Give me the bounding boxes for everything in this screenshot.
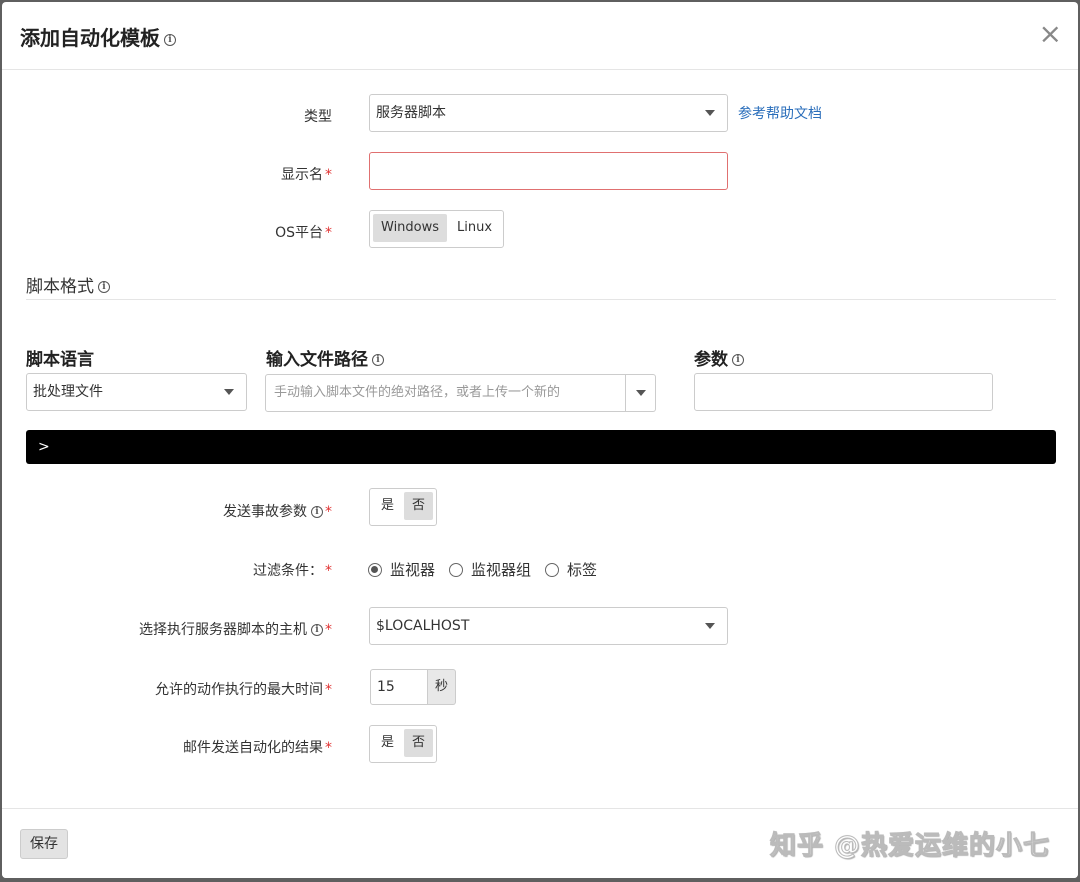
email-result-label-text: 邮件发送自动化的结果 bbox=[183, 740, 323, 756]
info-icon[interactable]: i bbox=[311, 624, 323, 636]
info-icon[interactable]: i bbox=[164, 33, 176, 46]
chevron-down-icon bbox=[705, 623, 715, 629]
script-format-title-text: 脚本格式 bbox=[26, 277, 94, 297]
host-label: 选择执行服务器脚本的主机 i * bbox=[2, 619, 332, 639]
script-language-select[interactable]: 批处理文件 bbox=[26, 373, 247, 411]
radio-checked-icon bbox=[368, 562, 382, 577]
os-platform-label-text: OS平台 bbox=[275, 225, 323, 241]
required-mark: * bbox=[325, 682, 332, 698]
os-option-linux[interactable]: Linux bbox=[449, 214, 500, 242]
radio-icon bbox=[449, 562, 464, 577]
send-incident-label-text: 发送事故参数 bbox=[223, 504, 307, 520]
save-button[interactable]: 保存 bbox=[20, 829, 68, 859]
display-name-label: 显示名 * bbox=[2, 164, 332, 184]
required-mark: * bbox=[325, 504, 332, 520]
dialog-footer: 保存 知乎 @热爱运维的小七 bbox=[2, 808, 1078, 878]
os-option-windows[interactable]: Windows bbox=[373, 214, 448, 242]
filter-option-monitor[interactable]: 监视器 bbox=[368, 559, 435, 580]
dialog-title: 添加自动化模板 i bbox=[20, 22, 176, 51]
chevron-down-icon bbox=[705, 110, 715, 116]
dialog-title-text: 添加自动化模板 bbox=[20, 26, 160, 50]
host-select[interactable]: $LOCALHOST bbox=[369, 607, 728, 645]
params-header: 参数 i bbox=[694, 345, 744, 370]
file-path-dropdown-button[interactable] bbox=[626, 374, 656, 412]
required-mark: * bbox=[325, 740, 332, 756]
required-mark: * bbox=[325, 622, 332, 638]
chevron-down-icon bbox=[636, 390, 646, 396]
max-time-unit: 秒 bbox=[428, 669, 456, 705]
required-mark: * bbox=[325, 167, 332, 183]
filter-label-text: 过滤条件： bbox=[253, 563, 323, 579]
file-path-header-text: 输入文件路径 bbox=[266, 350, 368, 370]
max-time-group: 15 秒 bbox=[370, 669, 456, 705]
filter-option-label: 标签 bbox=[567, 561, 598, 579]
type-label: 类型 bbox=[2, 106, 332, 126]
info-icon[interactable]: i bbox=[98, 281, 110, 293]
close-icon[interactable]: × bbox=[1039, 20, 1062, 48]
send-incident-yes[interactable]: 是 bbox=[373, 492, 402, 520]
filter-option-monitor-group[interactable]: 监视器组 bbox=[449, 559, 531, 580]
params-input[interactable] bbox=[694, 373, 993, 411]
radio-icon bbox=[545, 562, 560, 577]
script-console[interactable]: > bbox=[26, 430, 1056, 464]
host-select-value: $LOCALHOST bbox=[376, 618, 470, 634]
info-icon[interactable]: i bbox=[372, 354, 384, 366]
chevron-down-icon bbox=[224, 389, 234, 395]
os-platform-label: OS平台 * bbox=[2, 222, 332, 242]
send-incident-no[interactable]: 否 bbox=[404, 492, 434, 520]
filter-radio-group: 监视器 监视器组 标签 bbox=[368, 559, 611, 580]
info-icon[interactable]: i bbox=[311, 506, 323, 518]
display-name-input[interactable] bbox=[369, 152, 728, 190]
dialog-header: 添加自动化模板 i × bbox=[2, 2, 1078, 70]
filter-option-tag[interactable]: 标签 bbox=[545, 559, 597, 580]
filter-label: 过滤条件： * bbox=[2, 560, 332, 580]
console-prompt: > bbox=[38, 439, 50, 455]
file-path-header: 输入文件路径 i bbox=[266, 345, 384, 370]
watermark: 知乎 @热爱运维的小七 bbox=[769, 831, 1050, 862]
params-header-text: 参数 bbox=[694, 350, 728, 370]
email-result-no[interactable]: 否 bbox=[404, 729, 434, 757]
type-select-value: 服务器脚本 bbox=[376, 105, 446, 121]
max-time-label: 允许的动作执行的最大时间 * bbox=[2, 679, 332, 699]
section-divider bbox=[26, 299, 1056, 300]
max-time-label-text: 允许的动作执行的最大时间 bbox=[155, 682, 323, 698]
file-path-input[interactable]: 手动输入脚本文件的绝对路径，或者上传一个新的 bbox=[265, 374, 626, 412]
info-icon[interactable]: i bbox=[732, 354, 744, 366]
send-incident-toggle: 是 否 bbox=[369, 488, 438, 526]
send-incident-label: 发送事故参数 i * bbox=[2, 501, 332, 521]
email-result-yes[interactable]: 是 bbox=[373, 729, 402, 757]
script-language-value: 批处理文件 bbox=[33, 384, 103, 400]
os-platform-toggle: Windows Linux bbox=[369, 210, 505, 248]
filter-option-label: 监视器组 bbox=[471, 561, 532, 579]
host-label-text: 选择执行服务器脚本的主机 bbox=[139, 622, 307, 638]
required-mark: * bbox=[325, 563, 332, 579]
required-mark: * bbox=[325, 225, 332, 241]
email-result-toggle: 是 否 bbox=[369, 725, 438, 763]
add-automation-template-dialog: 添加自动化模板 i × 类型 服务器脚本 参考帮助文档 显示名 * OS平台 * Wi… bbox=[2, 2, 1078, 878]
script-format-section-title: 脚本格式 i bbox=[26, 272, 110, 297]
script-language-header: 脚本语言 bbox=[26, 350, 94, 370]
max-time-input[interactable]: 15 bbox=[370, 669, 428, 705]
email-result-label: 邮件发送自动化的结果 * bbox=[2, 737, 332, 757]
display-name-label-text: 显示名 bbox=[281, 167, 323, 183]
type-label-text: 类型 bbox=[304, 109, 332, 125]
help-doc-link[interactable]: 参考帮助文档 bbox=[738, 103, 822, 123]
filter-option-label: 监视器 bbox=[390, 561, 436, 579]
type-select[interactable]: 服务器脚本 bbox=[369, 94, 728, 132]
